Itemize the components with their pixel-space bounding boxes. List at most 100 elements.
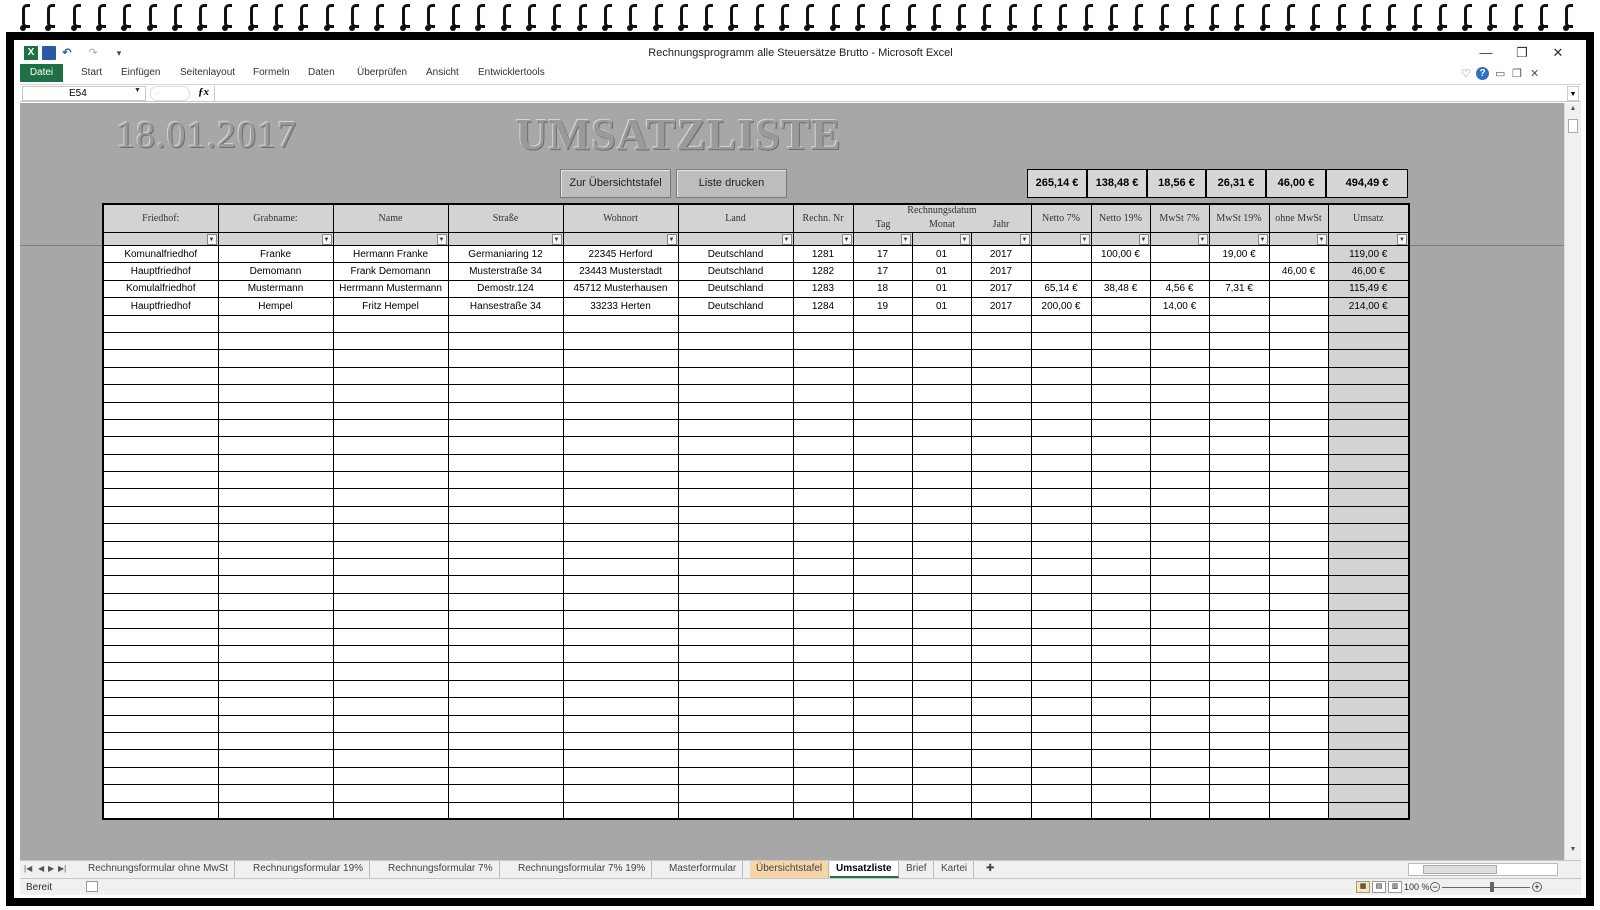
- empty-cell[interactable]: [852, 384, 913, 403]
- empty-cell[interactable]: [1268, 384, 1329, 403]
- table-cell[interactable]: Demostr.124: [447, 279, 564, 299]
- zoom-in-icon[interactable]: +: [1532, 882, 1542, 892]
- empty-cell[interactable]: [562, 749, 679, 768]
- empty-cell[interactable]: [332, 644, 449, 664]
- formula-input[interactable]: [214, 86, 1565, 101]
- empty-cell[interactable]: [970, 314, 1032, 333]
- empty-cell[interactable]: [332, 592, 449, 612]
- empty-cell[interactable]: [1268, 697, 1329, 716]
- empty-cell[interactable]: [1327, 766, 1410, 786]
- tab-einfuegen[interactable]: Einfügen: [121, 67, 160, 78]
- empty-cell[interactable]: [1030, 731, 1092, 751]
- empty-cell[interactable]: [677, 697, 794, 716]
- empty-cell[interactable]: [1327, 731, 1410, 751]
- table-cell[interactable]: [1090, 262, 1151, 281]
- empty-cell[interactable]: [1327, 471, 1410, 490]
- empty-cell[interactable]: [911, 471, 972, 490]
- empty-cell[interactable]: [1030, 801, 1092, 820]
- empty-cell[interactable]: [1327, 418, 1410, 438]
- empty-cell[interactable]: [1327, 349, 1410, 368]
- empty-cell[interactable]: [447, 592, 564, 612]
- empty-cell[interactable]: [970, 505, 1032, 525]
- name-box[interactable]: E54: [22, 86, 146, 101]
- empty-cell[interactable]: [1030, 749, 1092, 768]
- tab-formeln[interactable]: Formeln: [253, 67, 290, 78]
- empty-cell[interactable]: [792, 436, 854, 455]
- empty-cell[interactable]: [217, 453, 334, 473]
- table-cell[interactable]: [1268, 297, 1329, 316]
- empty-cell[interactable]: [911, 384, 972, 403]
- prev-sheet-icon[interactable]: ◀: [38, 864, 44, 873]
- empty-cell[interactable]: [792, 540, 854, 560]
- empty-cell[interactable]: [332, 349, 449, 368]
- empty-cell[interactable]: [1268, 575, 1329, 594]
- empty-cell[interactable]: [102, 366, 219, 386]
- tab-ansicht[interactable]: Ansicht: [426, 67, 459, 78]
- empty-cell[interactable]: [102, 331, 219, 351]
- table-cell[interactable]: Fritz Hempel: [332, 297, 449, 316]
- table-cell[interactable]: Hempel: [217, 297, 334, 316]
- empty-cell[interactable]: [677, 662, 794, 681]
- empty-cell[interactable]: [1030, 436, 1092, 455]
- empty-cell[interactable]: [217, 610, 334, 629]
- table-cell[interactable]: 115,49 €: [1327, 279, 1410, 299]
- table-cell[interactable]: 7,31 €: [1208, 279, 1270, 299]
- table-cell[interactable]: 33233 Herten: [562, 297, 679, 316]
- empty-cell[interactable]: [911, 662, 972, 681]
- empty-cell[interactable]: [911, 558, 972, 577]
- empty-cell[interactable]: [1268, 436, 1329, 455]
- empty-cell[interactable]: [447, 731, 564, 751]
- empty-cell[interactable]: [1208, 697, 1270, 716]
- empty-cell[interactable]: [217, 314, 334, 333]
- empty-cell[interactable]: [447, 436, 564, 455]
- empty-cell[interactable]: [447, 558, 564, 577]
- empty-cell[interactable]: [852, 523, 913, 542]
- empty-cell[interactable]: [677, 523, 794, 542]
- empty-cell[interactable]: [1268, 662, 1329, 681]
- empty-cell[interactable]: [102, 784, 219, 803]
- last-sheet-icon[interactable]: ▶|: [58, 864, 66, 873]
- empty-cell[interactable]: [852, 784, 913, 803]
- empty-cell[interactable]: [447, 488, 564, 507]
- horizontal-scroll-thumb[interactable]: [1423, 865, 1497, 874]
- empty-cell[interactable]: [677, 766, 794, 786]
- empty-cell[interactable]: [1090, 766, 1151, 786]
- minimize-ribbon-icon[interactable]: ♡: [1461, 67, 1471, 80]
- empty-cell[interactable]: [332, 401, 449, 420]
- empty-cell[interactable]: [1090, 575, 1151, 594]
- empty-cell[interactable]: [852, 801, 913, 820]
- empty-cell[interactable]: [447, 453, 564, 473]
- tab-entwicklertools[interactable]: Entwicklertools: [478, 67, 545, 78]
- empty-cell[interactable]: [911, 540, 972, 560]
- empty-cell[interactable]: [562, 714, 679, 733]
- empty-cell[interactable]: [217, 349, 334, 368]
- empty-cell[interactable]: [1030, 366, 1092, 386]
- empty-cell[interactable]: [1090, 436, 1151, 455]
- empty-cell[interactable]: [1030, 784, 1092, 803]
- empty-cell[interactable]: [677, 453, 794, 473]
- empty-cell[interactable]: [1208, 679, 1270, 699]
- empty-cell[interactable]: [792, 749, 854, 768]
- empty-cell[interactable]: [1030, 453, 1092, 473]
- empty-cell[interactable]: [447, 644, 564, 664]
- empty-cell[interactable]: [1208, 384, 1270, 403]
- empty-cell[interactable]: [447, 366, 564, 386]
- empty-cell[interactable]: [1268, 523, 1329, 542]
- empty-cell[interactable]: [1327, 331, 1410, 351]
- empty-cell[interactable]: [1090, 644, 1151, 664]
- empty-cell[interactable]: [447, 749, 564, 768]
- table-cell[interactable]: [1030, 244, 1092, 264]
- empty-cell[interactable]: [447, 679, 564, 699]
- table-cell[interactable]: Deutschland: [677, 262, 794, 281]
- empty-cell[interactable]: [792, 801, 854, 820]
- empty-cell[interactable]: [102, 749, 219, 768]
- empty-cell[interactable]: [447, 471, 564, 490]
- empty-cell[interactable]: [1090, 627, 1151, 646]
- empty-cell[interactable]: [1268, 366, 1329, 386]
- tab-seitenlayout[interactable]: Seitenlayout: [180, 67, 235, 78]
- empty-cell[interactable]: [1327, 784, 1410, 803]
- empty-cell[interactable]: [1030, 679, 1092, 699]
- empty-cell[interactable]: [1208, 488, 1270, 507]
- empty-cell[interactable]: [970, 349, 1032, 368]
- empty-cell[interactable]: [792, 627, 854, 646]
